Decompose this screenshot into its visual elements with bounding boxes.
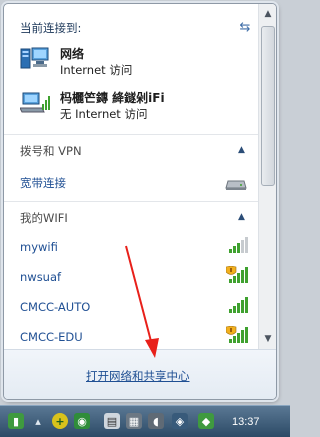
network-item-1[interactable]: 网络 Internet 访问 (20, 46, 132, 78)
broadband-connection-item[interactable]: 宽带连接 (20, 175, 66, 191)
taskbar: ▮ ▴ + ◉ ▤ ▦ ◖ ◈ ◆ 13:37 (0, 405, 290, 437)
network-list: 当前连接到: ⇆ 网络 Internet 访问 杩欐笀鏄 絳鐩剁iFi 无 In… (4, 4, 258, 349)
wifi-network-item[interactable]: CMCC-EDU (20, 330, 83, 344)
wifi-network-item[interactable]: CMCC-AUTO (20, 300, 90, 314)
connected-header: 当前连接到: (20, 21, 82, 35)
wifi-network-item[interactable]: nwsuaf (20, 270, 61, 284)
network-status: 无 Internet 访问 (60, 107, 148, 121)
security-shield-icon[interactable]: ◆ (198, 413, 214, 429)
app-icon[interactable]: ◉ (74, 413, 90, 429)
scrollbar[interactable]: ▲ ▼ (258, 4, 276, 349)
taskbar-clock[interactable]: 13:37 (232, 416, 260, 428)
volume-icon[interactable]: ◖ (148, 413, 164, 429)
wifi-network-item[interactable]: mywifi (20, 240, 58, 254)
scroll-up-icon[interactable]: ▲ (260, 6, 276, 22)
signal-strength-icon (229, 297, 248, 313)
device-icon[interactable]: ▤ (104, 413, 120, 429)
broadband-icon (225, 180, 247, 190)
divider (4, 201, 258, 202)
scrollbar-thumb[interactable] (261, 26, 275, 186)
network-name: 杩欐笀鏄 絳鐩剁iFi (60, 91, 165, 105)
collapse-arrow-icon[interactable]: ▲ (238, 212, 245, 222)
network-icon (20, 47, 49, 69)
open-network-center-link[interactable]: 打开网络和共享中心 (86, 368, 190, 384)
scroll-down-icon[interactable]: ▼ (260, 331, 276, 347)
signal-strength-icon (229, 237, 248, 253)
language-icon[interactable]: ◈ (172, 413, 188, 429)
collapse-arrow-icon[interactable]: ▲ (238, 145, 245, 155)
add-icon[interactable]: + (52, 413, 68, 429)
flyout-footer: 打开网络和共享中心 (4, 349, 276, 399)
secured-signal-icon (226, 326, 248, 343)
network-tray-icon[interactable]: ▦ (126, 413, 142, 429)
secured-signal-icon (226, 266, 248, 283)
refresh-icon[interactable]: ⇆ (236, 18, 254, 36)
network-status: Internet 访问 (60, 63, 133, 77)
wireless-network-icon (20, 92, 50, 113)
section-header-dialup: 拨号和 VPN (20, 144, 82, 158)
network-item-2[interactable]: 杩欐笀鏄 絳鐩剁iFi 无 Internet 访问 (20, 90, 165, 122)
battery-icon[interactable]: ▮ (8, 413, 24, 429)
show-hidden-icons-icon[interactable]: ▴ (30, 413, 46, 429)
network-name: 网络 (60, 47, 85, 61)
section-header-wifi: 我的WIFI (20, 211, 68, 225)
divider (4, 134, 258, 135)
network-flyout: 当前连接到: ⇆ 网络 Internet 访问 杩欐笀鏄 絳鐩剁iFi 无 In… (3, 3, 277, 400)
